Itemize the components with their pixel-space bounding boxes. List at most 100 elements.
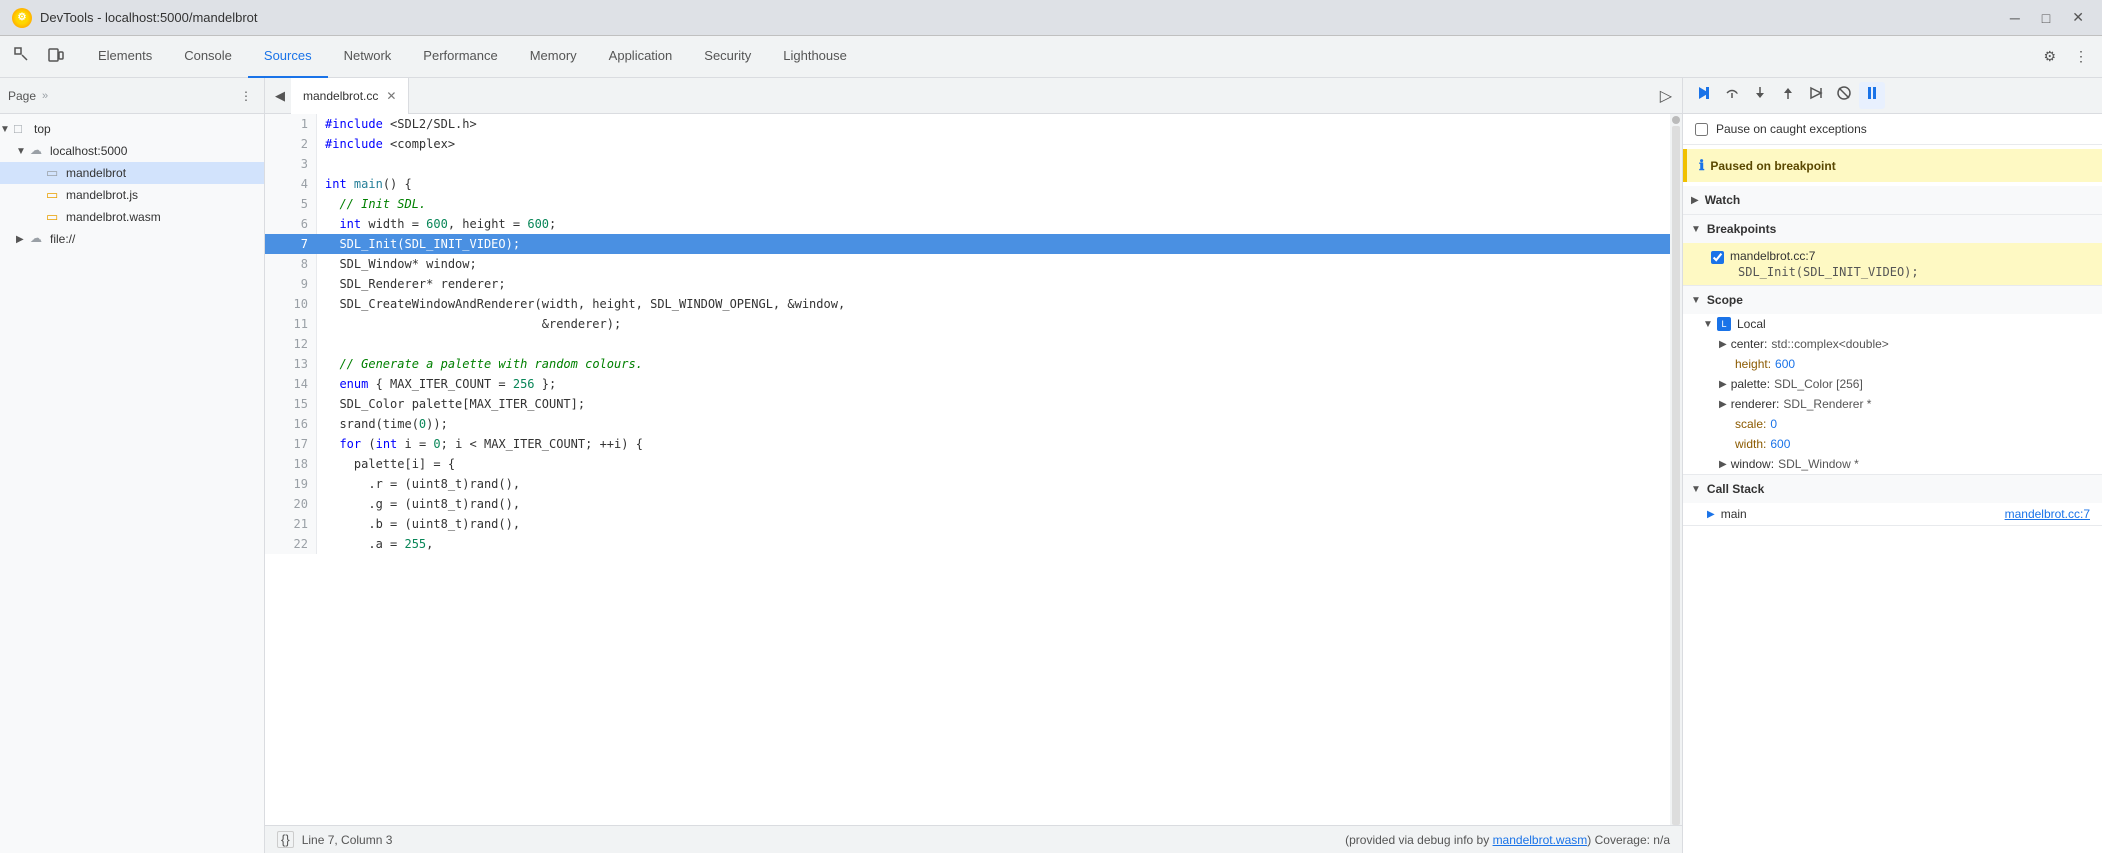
left-panel-expand[interactable]: » xyxy=(42,90,48,102)
scope-section-header[interactable]: ▼ Scope xyxy=(1683,286,2102,314)
scope-local-header[interactable]: ▼ L Local xyxy=(1683,314,2102,334)
breakpoints-section-title: Breakpoints xyxy=(1707,222,1776,236)
callstack-pointer-icon: ▶ xyxy=(1707,509,1715,520)
code-line-16: 16 srand(time(0)); xyxy=(265,414,1670,434)
call-stack-title: Call Stack xyxy=(1707,482,1764,496)
deactivate-breakpoints-button[interactable] xyxy=(1831,82,1857,109)
callstack-main[interactable]: ▶ main mandelbrot.cc:7 xyxy=(1683,503,2102,525)
code-line-12: 12 xyxy=(265,334,1670,354)
breakpoint-code: SDL_Init(SDL_INIT_VIDEO); xyxy=(1730,265,1919,279)
tree-arrow-file: ▶ xyxy=(16,234,30,245)
scope-window-arrow: ▶ xyxy=(1719,459,1727,470)
more-options-icon[interactable]: ⋮ xyxy=(236,87,256,105)
watch-arrow: ▶ xyxy=(1691,195,1699,206)
code-area[interactable]: 1 #include <SDL2/SDL.h> 2 #include <comp… xyxy=(265,114,1682,825)
callstack-file-main[interactable]: mandelbrot.cc:7 xyxy=(2005,507,2090,521)
scope-palette[interactable]: ▶ palette: SDL_Color [256] xyxy=(1683,374,2102,394)
maximize-button[interactable]: □ xyxy=(2036,7,2056,28)
tree-item-mandelbrot[interactable]: ▭ mandelbrot xyxy=(0,162,264,184)
step-into-button[interactable] xyxy=(1747,82,1773,109)
window-title: DevTools - localhost:5000/mandelbrot xyxy=(40,10,1996,25)
status-position: Line 7, Column 3 xyxy=(302,833,393,847)
step-button[interactable] xyxy=(1803,82,1829,109)
code-line-4: 4 int main() { xyxy=(265,174,1670,194)
tree-item-mandelbrot-js[interactable]: ▭ mandelbrot.js xyxy=(0,184,264,206)
code-line-20: 20 .g = (uint8_t)rand(), xyxy=(265,494,1670,514)
inspect-icon[interactable] xyxy=(8,43,36,70)
file-icon-mandelbrot: ▭ xyxy=(46,165,62,181)
file-tab-pretty-print[interactable]: ▷ xyxy=(1654,86,1678,106)
scope-renderer[interactable]: ▶ renderer: SDL_Renderer * xyxy=(1683,394,2102,414)
scope-arrow: ▼ xyxy=(1691,295,1701,306)
pause-on-exceptions-button[interactable] xyxy=(1859,82,1885,109)
tree-item-localhost[interactable]: ▼ ☁ localhost:5000 xyxy=(0,140,264,162)
scope-window[interactable]: ▶ window: SDL_Window * xyxy=(1683,454,2102,474)
step-over-button[interactable] xyxy=(1719,82,1745,109)
breakpoints-arrow: ▼ xyxy=(1691,224,1701,235)
tab-lighthouse[interactable]: Lighthouse xyxy=(767,36,863,78)
call-stack-section: ▼ Call Stack ▶ main mandelbrot.cc:7 xyxy=(1683,475,2102,526)
tab-memory[interactable]: Memory xyxy=(514,36,593,78)
tab-console[interactable]: Console xyxy=(168,36,248,78)
left-panel-header: Page » ⋮ xyxy=(0,78,264,114)
info-icon: ℹ xyxy=(1699,157,1704,174)
pause-on-caught-row: Pause on caught exceptions xyxy=(1683,114,2102,145)
watch-section-title: Watch xyxy=(1705,193,1741,207)
tree-label-localhost: localhost:5000 xyxy=(50,144,127,158)
tab-security[interactable]: Security xyxy=(688,36,767,78)
tab-elements[interactable]: Elements xyxy=(82,36,168,78)
tree-label-mandelbrot: mandelbrot xyxy=(66,166,126,180)
code-scrollbar[interactable] xyxy=(1670,114,1682,825)
scope-scale: scale: 0 xyxy=(1683,414,2102,434)
tree-item-file[interactable]: ▶ ☁ file:// xyxy=(0,228,264,250)
minimize-button[interactable]: ─ xyxy=(2004,7,2026,28)
scope-palette-arrow: ▶ xyxy=(1719,379,1727,390)
resume-button[interactable] xyxy=(1691,82,1717,109)
tab-network[interactable]: Network xyxy=(328,36,408,78)
watch-section-header[interactable]: ▶ Watch xyxy=(1683,186,2102,214)
close-button[interactable]: ✕ xyxy=(2066,7,2090,28)
step-out-button[interactable] xyxy=(1775,82,1801,109)
tab-performance[interactable]: Performance xyxy=(407,36,513,78)
code-line-8: 8 SDL_Window* window; xyxy=(265,254,1670,274)
code-scroll[interactable]: 1 #include <SDL2/SDL.h> 2 #include <comp… xyxy=(265,114,1670,825)
right-content[interactable]: Pause on caught exceptions ℹ Paused on b… xyxy=(1683,114,2102,853)
center-panel: ◀ mandelbrot.cc ✕ ▷ 1 #include <SDL2/SDL… xyxy=(265,78,1682,853)
status-icon[interactable]: {} xyxy=(277,831,294,848)
code-line-14: 14 enum { MAX_ITER_COUNT = 256 }; xyxy=(265,374,1670,394)
breakpoint-checkbox[interactable] xyxy=(1711,251,1724,264)
pause-on-caught-label: Pause on caught exceptions xyxy=(1716,122,1867,136)
tree-item-top[interactable]: ▼ □ top xyxy=(0,118,264,140)
status-wasm-link[interactable]: mandelbrot.wasm xyxy=(1493,833,1588,847)
local-icon: L xyxy=(1717,317,1731,331)
app-icon: ⚙ xyxy=(12,8,32,28)
code-line-15: 15 SDL_Color palette[MAX_ITER_COUNT]; xyxy=(265,394,1670,414)
pause-on-caught-checkbox[interactable] xyxy=(1695,123,1708,136)
tree-arrow-localhost: ▼ xyxy=(16,146,30,157)
file-tab-close-button[interactable]: ✕ xyxy=(384,89,398,103)
scope-local-label: Local xyxy=(1737,317,1766,331)
settings-icon[interactable]: ⚙ xyxy=(2037,44,2062,69)
breakpoint-item: mandelbrot.cc:7 SDL_Init(SDL_INIT_VIDEO)… xyxy=(1683,243,2102,285)
tabbar-right-icons: ⚙ ⋮ xyxy=(2037,44,2094,69)
code-line-6: 6 int width = 600, height = 600; xyxy=(265,214,1670,234)
device-toolbar-icon[interactable] xyxy=(42,43,70,70)
local-arrow: ▼ xyxy=(1703,319,1717,330)
folder-icon-top: □ xyxy=(14,121,30,137)
tree-item-mandelbrot-wasm[interactable]: ▭ mandelbrot.wasm xyxy=(0,206,264,228)
code-line-1: 1 #include <SDL2/SDL.h> xyxy=(265,114,1670,134)
breakpoints-section-header[interactable]: ▼ Breakpoints xyxy=(1683,215,2102,243)
tab-sources[interactable]: Sources xyxy=(248,36,328,78)
tab-application[interactable]: Application xyxy=(593,36,689,78)
tabbar: Elements Console Sources Network Perform… xyxy=(0,36,2102,78)
code-line-2: 2 #include <complex> xyxy=(265,134,1670,154)
tree-label-wasm: mandelbrot.wasm xyxy=(66,210,161,224)
breakpoint-file: mandelbrot.cc:7 xyxy=(1730,249,1919,263)
debug-toolbar xyxy=(1683,78,2102,114)
call-stack-header[interactable]: ▼ Call Stack xyxy=(1683,475,2102,503)
file-tab-back[interactable]: ◀ xyxy=(269,86,291,106)
status-right: ) Coverage: n/a xyxy=(1587,833,1670,847)
more-menu-icon[interactable]: ⋮ xyxy=(2068,44,2094,69)
file-tab-mandelbrot-cc[interactable]: mandelbrot.cc ✕ xyxy=(291,78,409,114)
scope-center[interactable]: ▶ center: std::complex<double> xyxy=(1683,334,2102,354)
